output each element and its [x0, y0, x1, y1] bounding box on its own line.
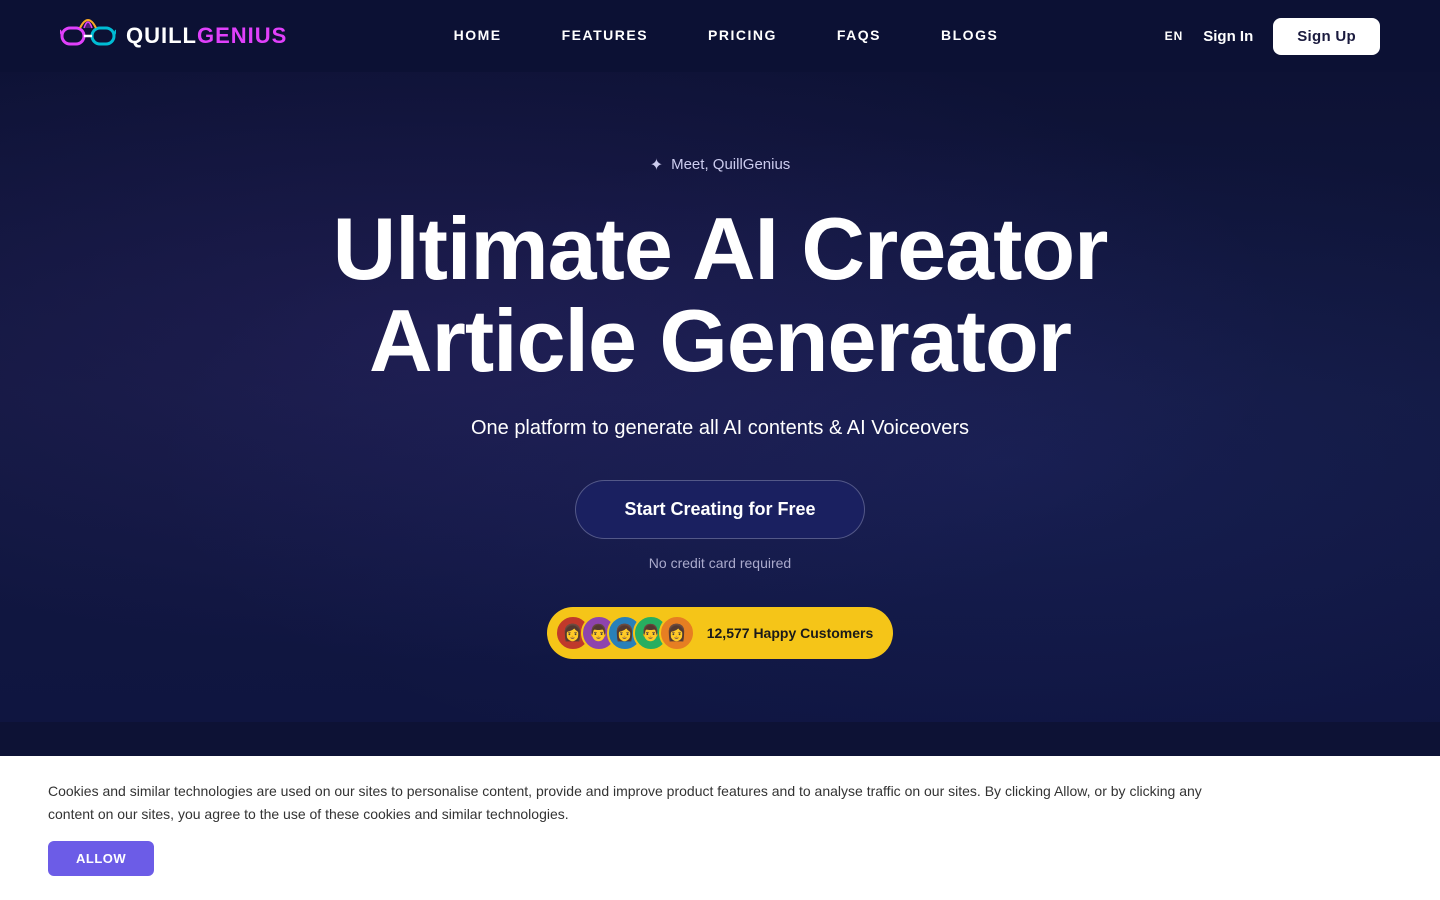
logo-text: QUILLGENIUS: [126, 23, 287, 49]
meet-badge: ✦ Meet, QuillGenius: [650, 155, 791, 175]
hero-section: ✦ Meet, QuillGenius Ultimate AI Creator …: [0, 72, 1440, 722]
logo-icon: [60, 10, 116, 62]
avatars-group: 👩 👨 👩 👨 👩: [555, 615, 695, 651]
hero-title: Ultimate AI Creator Article Generator: [333, 203, 1108, 388]
avatar-5: 👩: [659, 615, 695, 651]
nav-item-home[interactable]: HOME: [454, 27, 502, 45]
hero-title-line1: Ultimate AI Creator: [333, 199, 1108, 298]
nav-link-features[interactable]: FEATURES: [562, 27, 648, 43]
nav-links: HOME FEATURES PRICING FAQS BLOGS: [454, 27, 999, 45]
nav-right: EN Sign In Sign Up: [1165, 18, 1380, 55]
happy-customers-count: 12,577 Happy Customers: [707, 625, 874, 641]
nav-link-pricing[interactable]: PRICING: [708, 27, 777, 43]
nav-item-pricing[interactable]: PRICING: [708, 27, 777, 45]
sign-in-link[interactable]: Sign In: [1203, 28, 1253, 45]
nav-link-faqs[interactable]: FAQS: [837, 27, 881, 43]
sign-up-button[interactable]: Sign Up: [1273, 18, 1380, 55]
nav-link-home[interactable]: HOME: [454, 27, 502, 43]
cookie-banner: Cookies and similar technologies are use…: [0, 756, 1440, 900]
nav-link-blogs[interactable]: BLOGS: [941, 27, 998, 43]
meet-label: Meet, QuillGenius: [671, 156, 790, 173]
logo[interactable]: QUILLGENIUS: [60, 10, 287, 62]
allow-button[interactable]: ALLOW: [48, 841, 154, 876]
hero-title-line2: Article Generator: [369, 291, 1071, 390]
language-selector[interactable]: EN: [1165, 29, 1184, 43]
start-creating-button[interactable]: Start Creating for Free: [575, 480, 864, 539]
nav-item-blogs[interactable]: BLOGS: [941, 27, 998, 45]
happy-customers-badge[interactable]: 👩 👨 👩 👨 👩 12,577 Happy Customers: [547, 607, 894, 659]
nav-item-features[interactable]: FEATURES: [562, 27, 648, 45]
nav-item-faqs[interactable]: FAQS: [837, 27, 881, 45]
cookie-text: Cookies and similar technologies are use…: [48, 780, 1248, 825]
hero-subtitle: One platform to generate all AI contents…: [471, 417, 969, 440]
no-credit-label: No credit card required: [649, 555, 791, 571]
navbar: QUILLGENIUS HOME FEATURES PRICING FAQS B…: [0, 0, 1440, 72]
sparkle-icon: ✦: [650, 155, 663, 175]
